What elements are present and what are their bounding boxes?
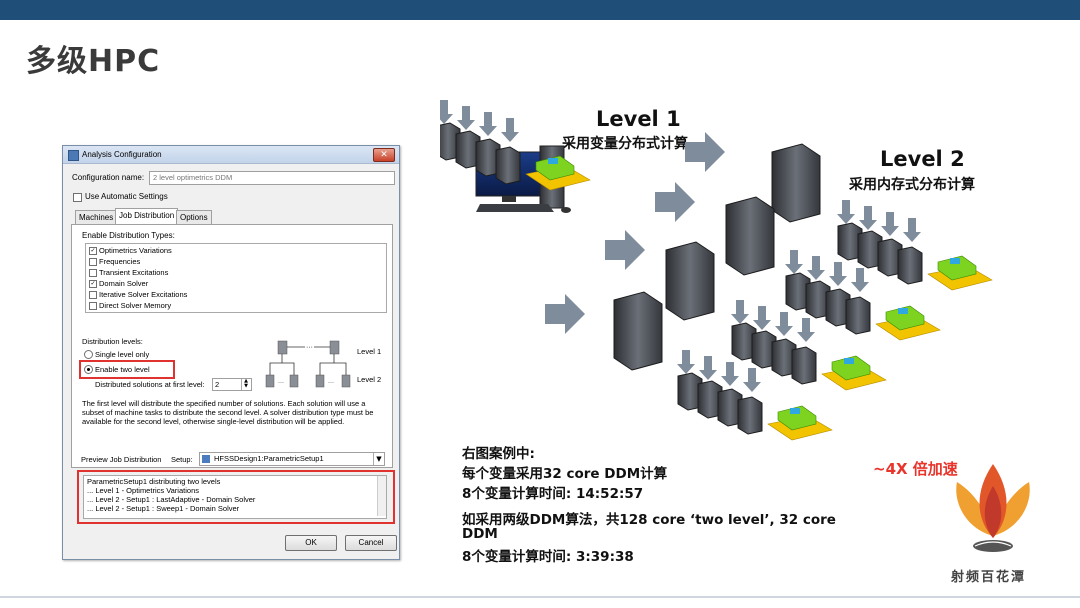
arrow-icon [545,294,585,334]
arrow-icon [685,132,725,172]
list-item[interactable]: Direct Solver Memory [89,301,171,311]
single-level-radio[interactable] [84,350,93,359]
lotus-logo-icon [956,464,1030,552]
svg-text:···: ··· [328,380,334,386]
enable-types-label: Enable Distribution Types: [82,231,175,240]
list-item[interactable]: Iterative Solver Excitations [89,290,187,300]
checkbox-checked[interactable]: ✓ [89,280,97,289]
server-icon [315,374,325,388]
arrow-icon [605,230,645,270]
list-item-label: Transient Excitations [99,268,169,277]
checkbox[interactable] [89,269,97,278]
diagram-level1-label: Level 1 [357,347,382,356]
tab-options[interactable]: Options [176,210,212,224]
logo-text: 射频百花潭 [951,570,1027,585]
checkbox-checked[interactable]: ✓ [89,247,97,256]
level2-cluster [440,100,591,191]
svg-text:···: ··· [278,380,284,386]
server-icon [277,340,288,355]
first-level-stepper[interactable]: 2 ▲ ▼ [212,378,252,391]
spin-arrows-icon[interactable]: ▲ ▼ [241,379,250,390]
dialog-titlebar: Analysis Configuration ✕ [63,146,399,164]
list-item-label: Direct Solver Memory [99,301,172,310]
server-icon [289,374,299,388]
distribution-types-list: ✓ Optimetrics Variations Frequencies Tran… [85,243,387,313]
close-icon[interactable]: ✕ [373,148,395,162]
case-line: DDM [462,526,498,542]
checkbox[interactable] [89,291,97,300]
first-level-value: 2 [215,380,220,389]
arrow-icon [655,182,695,222]
server-icon [725,196,775,276]
checkbox[interactable] [89,302,97,311]
cancel-button[interactable]: Cancel [345,535,397,551]
preview-label: Preview Job Distribution [81,455,162,464]
case-heading: 右图案例中: [462,446,535,462]
case-line: 如采用两级DDM算法，共128 core ‘two level’, 32 cor… [462,512,836,528]
list-item[interactable]: ✓ Optimetrics Variations [89,246,172,256]
level1-servers [613,143,821,371]
server-icon [665,241,715,321]
distribution-levels-label: Distribution levels: [82,337,143,346]
server-icon [341,374,351,388]
case-line: 8个变量计算时间: 14:52:57 [462,486,644,502]
dialog-title: Analysis Configuration [82,150,162,159]
diagram-level2-label: Level 2 [357,375,382,384]
cluster-illustration [440,100,993,441]
analysis-configuration-dialog: Analysis Configuration ✕ Configuration n… [62,145,400,560]
svg-text:···: ··· [306,344,313,351]
auto-settings-checkbox[interactable] [73,193,82,202]
header-bar [0,0,1080,20]
server-icon [771,143,821,223]
single-level-label: Single level only [95,350,150,359]
config-name-input[interactable]: 2 level optimetrics DDM [149,171,395,185]
tab-machines[interactable]: Machines [75,210,118,224]
list-item[interactable]: ✓ Domain Solver [89,279,148,289]
list-item-label: Optimetrics Variations [99,246,172,255]
setup-label: Setup: [171,455,193,464]
highlight-box [77,470,395,524]
tab-job-distribution[interactable]: Job Distribution [115,208,179,225]
slide-title: 多级HPC [26,44,161,79]
case-line: 8个变量计算时间: 3:39:38 [462,549,634,565]
setup-icon [202,455,210,463]
server-icon [613,291,663,371]
checkbox[interactable] [89,258,97,267]
auto-settings-label: Use Automatic Settings [85,192,168,201]
first-level-label: Distributed solutions at first level: [95,380,205,389]
distribution-tree-diagram: ··· ··· ··· [265,340,351,388]
list-item-label: Iterative Solver Excitations [99,290,188,299]
config-name-label: Configuration name: [72,173,145,182]
list-item-label: Domain Solver [99,279,149,288]
highlight-box [79,360,175,379]
setup-select[interactable]: HFSSDesign1:ParametricSetup1 ▼ [199,452,385,466]
server-icon [329,340,340,355]
chevron-down-icon[interactable]: ▼ [373,453,384,465]
list-item[interactable]: Frequencies [89,257,140,267]
setup-value: HFSSDesign1:ParametricSetup1 [214,454,324,463]
list-item-label: Frequencies [99,257,141,266]
server-icon [265,374,275,388]
config-name-value: 2 level optimetrics DDM [153,173,233,182]
app-icon [68,150,79,161]
footer-divider [0,596,1080,598]
case-line: 每个变量采用32 core DDM计算 [462,466,668,482]
description-text: The first level will distribute the spec… [82,399,374,426]
job-distribution-panel: Enable Distribution Types: ✓ Optimetrics … [71,224,393,468]
ok-button[interactable]: OK [285,535,337,551]
list-item[interactable]: Transient Excitations [89,268,168,278]
